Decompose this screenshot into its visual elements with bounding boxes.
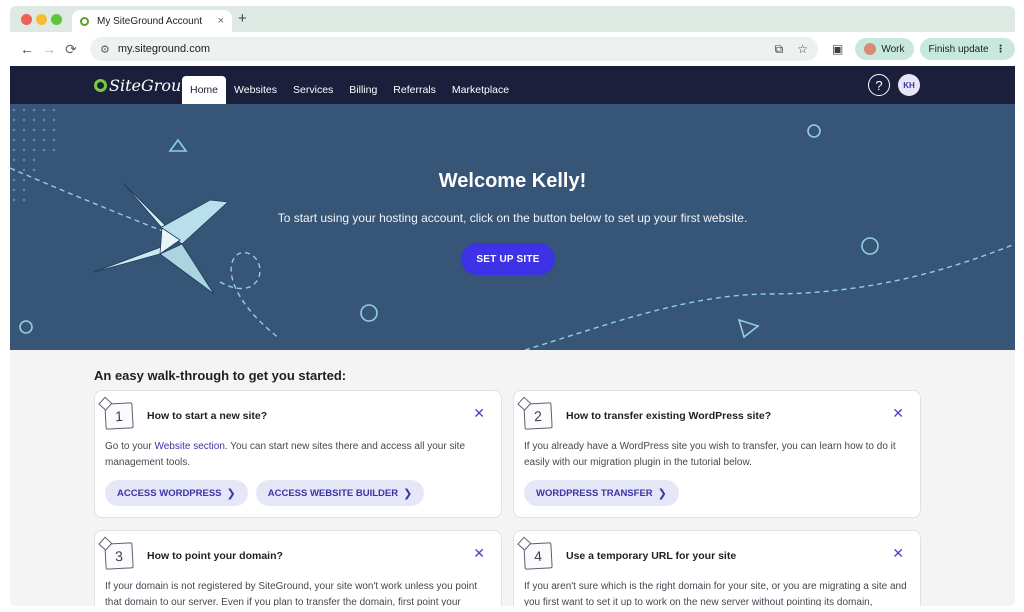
browser-tab[interactable]: My SiteGround Account × — [72, 10, 232, 32]
kebab-icon: ⋮ — [995, 43, 1006, 55]
logo-mark-icon — [94, 79, 107, 92]
walkthrough-heading: An easy walk-through to get you started: — [94, 368, 347, 383]
welcome-subtitle: To start using your hosting account, cli… — [277, 211, 748, 225]
card-title: How to point your domain? — [147, 550, 283, 562]
welcome-hero: Welcome Kelly! To start using your hosti… — [10, 104, 1015, 350]
button-label: ACCESS WEBSITE BUILDER — [267, 487, 399, 499]
step-number-icon: 1 — [104, 402, 134, 430]
browser-window: My SiteGround Account × + ← → ⟳ ⚙ my.sit… — [10, 6, 1015, 606]
chevron-right-icon: ❯ — [657, 487, 667, 500]
nav-item-home[interactable]: Home — [182, 76, 227, 104]
forward-arrow-icon[interactable]: → — [38, 41, 60, 57]
cast-icon[interactable]: ⧉ — [775, 42, 784, 57]
close-icon[interactable]: ✕ — [892, 545, 904, 562]
step-number-icon: 3 — [104, 542, 134, 570]
tab-strip: My SiteGround Account × + — [10, 6, 1015, 32]
siteground-favicon-icon — [80, 16, 89, 26]
walkthrough-card-4: 4 Use a temporary URL for your site ✕ If… — [513, 530, 921, 606]
card-title: How to start a new site? — [147, 410, 268, 422]
card-header: 4 Use a temporary URL for your site — [523, 542, 737, 570]
nav-item-referrals[interactable]: Referrals — [385, 76, 444, 104]
nav-item-marketplace[interactable]: Marketplace — [444, 76, 517, 104]
button-label: WORDPRESS TRANSFER — [536, 487, 653, 499]
help-icon[interactable]: ? — [868, 74, 890, 96]
nav-item-websites[interactable]: Websites — [226, 76, 285, 104]
card-header: 1 How to start a new site? — [104, 402, 268, 430]
finish-update-label: Finish update — [928, 43, 989, 55]
walkthrough-card-1: 1 How to start a new site? ✕ Go to your … — [94, 390, 502, 518]
maximize-window-button[interactable] — [51, 14, 62, 25]
close-window-button[interactable] — [21, 14, 32, 25]
card-text: If you aren't sure which is the right do… — [524, 581, 907, 606]
walkthrough-card-2: 2 How to transfer existing WordPress sit… — [513, 390, 921, 518]
site-info-icon[interactable]: ⚙ — [100, 43, 110, 56]
card-text: If you already have a WordPress site you… — [524, 441, 896, 468]
close-icon[interactable]: ✕ — [473, 545, 485, 562]
card-title: Use a temporary URL for your site — [566, 550, 737, 562]
chevron-right-icon: ❯ — [403, 487, 413, 500]
nav-item-services[interactable]: Services — [285, 76, 341, 104]
finish-update-button[interactable]: Finish update ⋮ — [919, 38, 1015, 60]
button-label: ACCESS WORDPRESS — [117, 487, 222, 499]
card-text: If your domain is not registered by Site… — [105, 581, 478, 606]
card-title: How to transfer existing WordPress site? — [566, 410, 772, 422]
card-header: 2 How to transfer existing WordPress sit… — [523, 402, 772, 430]
walkthrough-card-3: 3 How to point your domain? ✕ If your do… — [94, 530, 502, 606]
address-bar[interactable]: ⚙ my.siteground.com ⧉ ☆ — [90, 37, 818, 61]
reload-icon[interactable]: ⟳ — [60, 41, 82, 58]
minimize-window-button[interactable] — [36, 14, 47, 25]
access-wordpress-button[interactable]: ACCESS WORDPRESS ❯ — [105, 480, 248, 506]
welcome-title: Welcome Kelly! — [438, 170, 587, 192]
url-text[interactable]: my.siteground.com — [118, 43, 761, 55]
close-icon[interactable]: ✕ — [892, 405, 904, 422]
close-icon[interactable]: ✕ — [473, 405, 485, 422]
back-arrow-icon[interactable]: ← — [16, 41, 38, 57]
step-number-icon: 4 — [523, 542, 553, 570]
browser-toolbar: ← → ⟳ ⚙ my.siteground.com ⧉ ☆ ▣ Work Fin… — [10, 32, 1015, 66]
card-actions: WORDPRESS TRANSFER ❯ — [524, 480, 687, 506]
card-text: Go to your Website section. You can star… — [105, 439, 489, 471]
chevron-right-icon: ❯ — [226, 487, 236, 500]
tab-close-icon[interactable]: × — [218, 15, 224, 27]
tab-title: My SiteGround Account — [97, 15, 203, 27]
main-nav: Home Websites Services Billing Referrals… — [182, 76, 517, 104]
hero-decoration — [10, 108, 1015, 350]
star-icon[interactable]: ☆ — [797, 42, 808, 56]
new-tab-button[interactable]: + — [238, 10, 247, 27]
set-up-site-button[interactable]: SET UP SITE — [461, 243, 555, 275]
website-section-link[interactable]: Website section — [154, 441, 224, 452]
wordpress-transfer-button[interactable]: WORDPRESS TRANSFER ❯ — [524, 480, 679, 506]
card-header: 3 How to point your domain? — [104, 542, 283, 570]
siteground-nav: SiteGround Home Websites Services Billin… — [10, 66, 1015, 104]
profile-avatar-icon — [864, 43, 877, 55]
profile-button[interactable]: Work — [855, 38, 914, 60]
step-number-icon: 2 — [523, 402, 553, 430]
nav-item-billing[interactable]: Billing — [341, 76, 385, 104]
access-website-builder-button[interactable]: ACCESS WEBSITE BUILDER ❯ — [255, 480, 425, 506]
card-actions: ACCESS WORDPRESS ❯ ACCESS WEBSITE BUILDER… — [105, 480, 432, 506]
extension-icon[interactable]: ▣ — [832, 42, 843, 56]
card-text-part: Go to your — [105, 441, 155, 452]
user-avatar[interactable]: KH — [898, 74, 920, 96]
profile-label: Work — [881, 43, 905, 55]
page-content: SiteGround Home Websites Services Billin… — [10, 66, 1015, 606]
